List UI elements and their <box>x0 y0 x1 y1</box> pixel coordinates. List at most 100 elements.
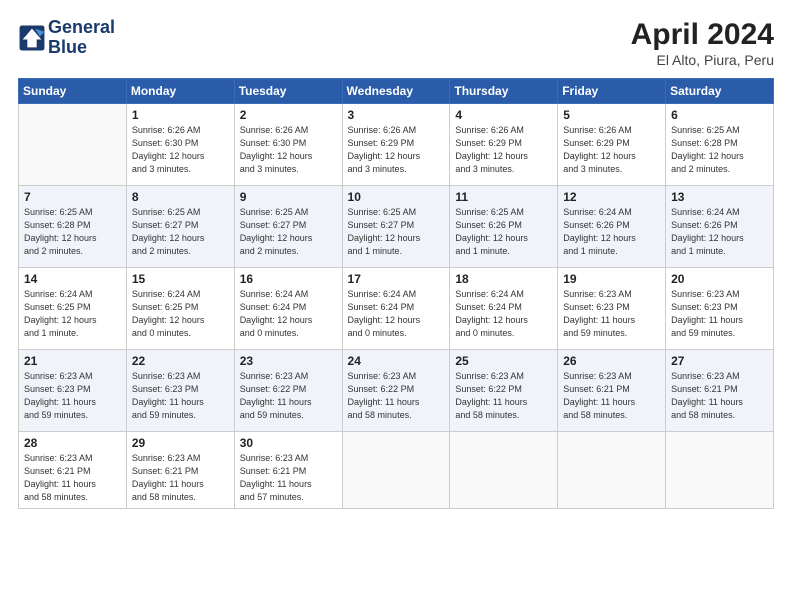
day-info: Sunrise: 6:25 AMSunset: 6:27 PMDaylight:… <box>240 206 337 258</box>
day-info: Sunrise: 6:23 AMSunset: 6:22 PMDaylight:… <box>455 370 552 422</box>
title-block: April 2024 El Alto, Piura, Peru <box>631 18 774 68</box>
table-row: 5Sunrise: 6:26 AMSunset: 6:29 PMDaylight… <box>558 104 666 186</box>
table-row: 11 Sunrise: 6:25 AMSunset: 6:26 PMDayligh… <box>450 186 558 268</box>
day-number: 5 <box>563 108 660 122</box>
calendar-table: Sunday Monday Tuesday Wednesday Thursday… <box>18 78 774 509</box>
day-number: 9 <box>240 190 337 204</box>
table-row: 2Sunrise: 6:26 AMSunset: 6:30 PMDaylight… <box>234 104 342 186</box>
day-number: 3 <box>348 108 445 122</box>
day-info: Sunrise: 6:23 AMSunset: 6:23 PMDaylight:… <box>671 288 768 340</box>
day-number: 15 <box>132 272 229 286</box>
table-row: 16 Sunrise: 6:24 AMSunset: 6:24 PMDayligh… <box>234 268 342 350</box>
table-row <box>19 104 127 186</box>
table-row: 29Sunrise: 6:23 AMSunset: 6:21 PMDayligh… <box>126 432 234 509</box>
calendar-header-row: Sunday Monday Tuesday Wednesday Thursday… <box>19 79 774 104</box>
table-row: 28 Sunrise: 6:23 AMSunset: 6:21 PMDayligh… <box>19 432 127 509</box>
day-number: 27 <box>671 354 768 368</box>
day-info: Sunrise: 6:23 AMSunset: 6:21 PMDaylight:… <box>240 452 337 504</box>
table-row: 20 Sunrise: 6:23 AMSunset: 6:23 PMDayligh… <box>666 268 774 350</box>
table-row: 4 Sunrise: 6:26 AMSunset: 6:29 PMDaylight… <box>450 104 558 186</box>
logo-text: General Blue <box>48 18 115 58</box>
calendar-week-row: 7 Sunrise: 6:25 AMSunset: 6:28 PMDaylight… <box>19 186 774 268</box>
col-thursday: Thursday <box>450 79 558 104</box>
day-number: 8 <box>132 190 229 204</box>
day-info: Sunrise: 6:24 AMSunset: 6:26 PMDaylight:… <box>671 206 768 258</box>
day-number: 7 <box>24 190 121 204</box>
day-info: Sunrise: 6:25 AMSunset: 6:28 PMDaylight:… <box>671 124 768 176</box>
day-info: Sunrise: 6:23 AMSunset: 6:23 PMDaylight:… <box>24 370 121 422</box>
day-info: Sunrise: 6:26 AMSunset: 6:29 PMDaylight:… <box>348 124 445 176</box>
day-info: Sunrise: 6:26 AMSunset: 6:30 PMDaylight:… <box>132 124 229 176</box>
day-info: Sunrise: 6:23 AMSunset: 6:21 PMDaylight:… <box>563 370 660 422</box>
table-row: 14Sunrise: 6:24 AMSunset: 6:25 PMDayligh… <box>19 268 127 350</box>
day-info: Sunrise: 6:25 AMSunset: 6:28 PMDaylight:… <box>24 206 121 258</box>
day-info: Sunrise: 6:23 AMSunset: 6:23 PMDaylight:… <box>563 288 660 340</box>
day-info: Sunrise: 6:23 AMSunset: 6:21 PMDaylight:… <box>24 452 121 504</box>
day-info: Sunrise: 6:23 AMSunset: 6:21 PMDaylight:… <box>671 370 768 422</box>
day-number: 4 <box>455 108 552 122</box>
table-row: 12 Sunrise: 6:24 AMSunset: 6:26 PMDayligh… <box>558 186 666 268</box>
day-number: 18 <box>455 272 552 286</box>
table-row: 18Sunrise: 6:24 AMSunset: 6:24 PMDayligh… <box>450 268 558 350</box>
logo: General Blue <box>18 18 115 58</box>
day-info: Sunrise: 6:24 AMSunset: 6:25 PMDaylight:… <box>132 288 229 340</box>
table-row <box>666 432 774 509</box>
day-info: Sunrise: 6:25 AMSunset: 6:27 PMDaylight:… <box>348 206 445 258</box>
day-info: Sunrise: 6:24 AMSunset: 6:25 PMDaylight:… <box>24 288 121 340</box>
day-info: Sunrise: 6:24 AMSunset: 6:24 PMDaylight:… <box>240 288 337 340</box>
day-info: Sunrise: 6:23 AMSunset: 6:21 PMDaylight:… <box>132 452 229 504</box>
table-row: 9 Sunrise: 6:25 AMSunset: 6:27 PMDaylight… <box>234 186 342 268</box>
table-row: 7 Sunrise: 6:25 AMSunset: 6:28 PMDaylight… <box>19 186 127 268</box>
day-number: 13 <box>671 190 768 204</box>
day-info: Sunrise: 6:23 AMSunset: 6:22 PMDaylight:… <box>348 370 445 422</box>
day-number: 17 <box>348 272 445 286</box>
day-number: 22 <box>132 354 229 368</box>
table-row: 30 Sunrise: 6:23 AMSunset: 6:21 PMDayligh… <box>234 432 342 509</box>
day-info: Sunrise: 6:25 AMSunset: 6:27 PMDaylight:… <box>132 206 229 258</box>
day-number: 1 <box>132 108 229 122</box>
day-number: 16 <box>240 272 337 286</box>
table-row: 22 Sunrise: 6:23 AMSunset: 6:23 PMDayligh… <box>126 350 234 432</box>
day-info: Sunrise: 6:24 AMSunset: 6:26 PMDaylight:… <box>563 206 660 258</box>
day-number: 19 <box>563 272 660 286</box>
table-row: 8 Sunrise: 6:25 AMSunset: 6:27 PMDaylight… <box>126 186 234 268</box>
page: General Blue April 2024 El Alto, Piura, … <box>0 0 792 612</box>
day-number: 24 <box>348 354 445 368</box>
day-number: 23 <box>240 354 337 368</box>
day-info: Sunrise: 6:26 AMSunset: 6:29 PMDaylight:… <box>455 124 552 176</box>
day-info: Sunrise: 6:23 AMSunset: 6:22 PMDaylight:… <box>240 370 337 422</box>
day-number: 25 <box>455 354 552 368</box>
table-row: 19 Sunrise: 6:23 AMSunset: 6:23 PMDayligh… <box>558 268 666 350</box>
day-number: 20 <box>671 272 768 286</box>
day-number: 12 <box>563 190 660 204</box>
table-row <box>450 432 558 509</box>
calendar-week-row: 14Sunrise: 6:24 AMSunset: 6:25 PMDayligh… <box>19 268 774 350</box>
col-saturday: Saturday <box>666 79 774 104</box>
day-number: 2 <box>240 108 337 122</box>
day-number: 30 <box>240 436 337 450</box>
header: General Blue April 2024 El Alto, Piura, … <box>18 18 774 68</box>
table-row: 21Sunrise: 6:23 AMSunset: 6:23 PMDayligh… <box>19 350 127 432</box>
table-row: 13 Sunrise: 6:24 AMSunset: 6:26 PMDayligh… <box>666 186 774 268</box>
day-info: Sunrise: 6:23 AMSunset: 6:23 PMDaylight:… <box>132 370 229 422</box>
day-number: 10 <box>348 190 445 204</box>
table-row: 26Sunrise: 6:23 AMSunset: 6:21 PMDayligh… <box>558 350 666 432</box>
calendar-week-row: 21Sunrise: 6:23 AMSunset: 6:23 PMDayligh… <box>19 350 774 432</box>
day-number: 11 <box>455 190 552 204</box>
table-row: 15 Sunrise: 6:24 AMSunset: 6:25 PMDayligh… <box>126 268 234 350</box>
table-row: 10 Sunrise: 6:25 AMSunset: 6:27 PMDayligh… <box>342 186 450 268</box>
table-row <box>558 432 666 509</box>
day-info: Sunrise: 6:25 AMSunset: 6:26 PMDaylight:… <box>455 206 552 258</box>
col-sunday: Sunday <box>19 79 127 104</box>
day-number: 28 <box>24 436 121 450</box>
table-row: 3 Sunrise: 6:26 AMSunset: 6:29 PMDaylight… <box>342 104 450 186</box>
month-year: April 2024 <box>631 18 774 52</box>
table-row: 23 Sunrise: 6:23 AMSunset: 6:22 PMDayligh… <box>234 350 342 432</box>
location: El Alto, Piura, Peru <box>631 52 774 68</box>
col-friday: Friday <box>558 79 666 104</box>
col-monday: Monday <box>126 79 234 104</box>
calendar-week-row: 1 Sunrise: 6:26 AMSunset: 6:30 PMDaylight… <box>19 104 774 186</box>
table-row: 27 Sunrise: 6:23 AMSunset: 6:21 PMDayligh… <box>666 350 774 432</box>
logo-icon <box>18 24 46 52</box>
col-tuesday: Tuesday <box>234 79 342 104</box>
